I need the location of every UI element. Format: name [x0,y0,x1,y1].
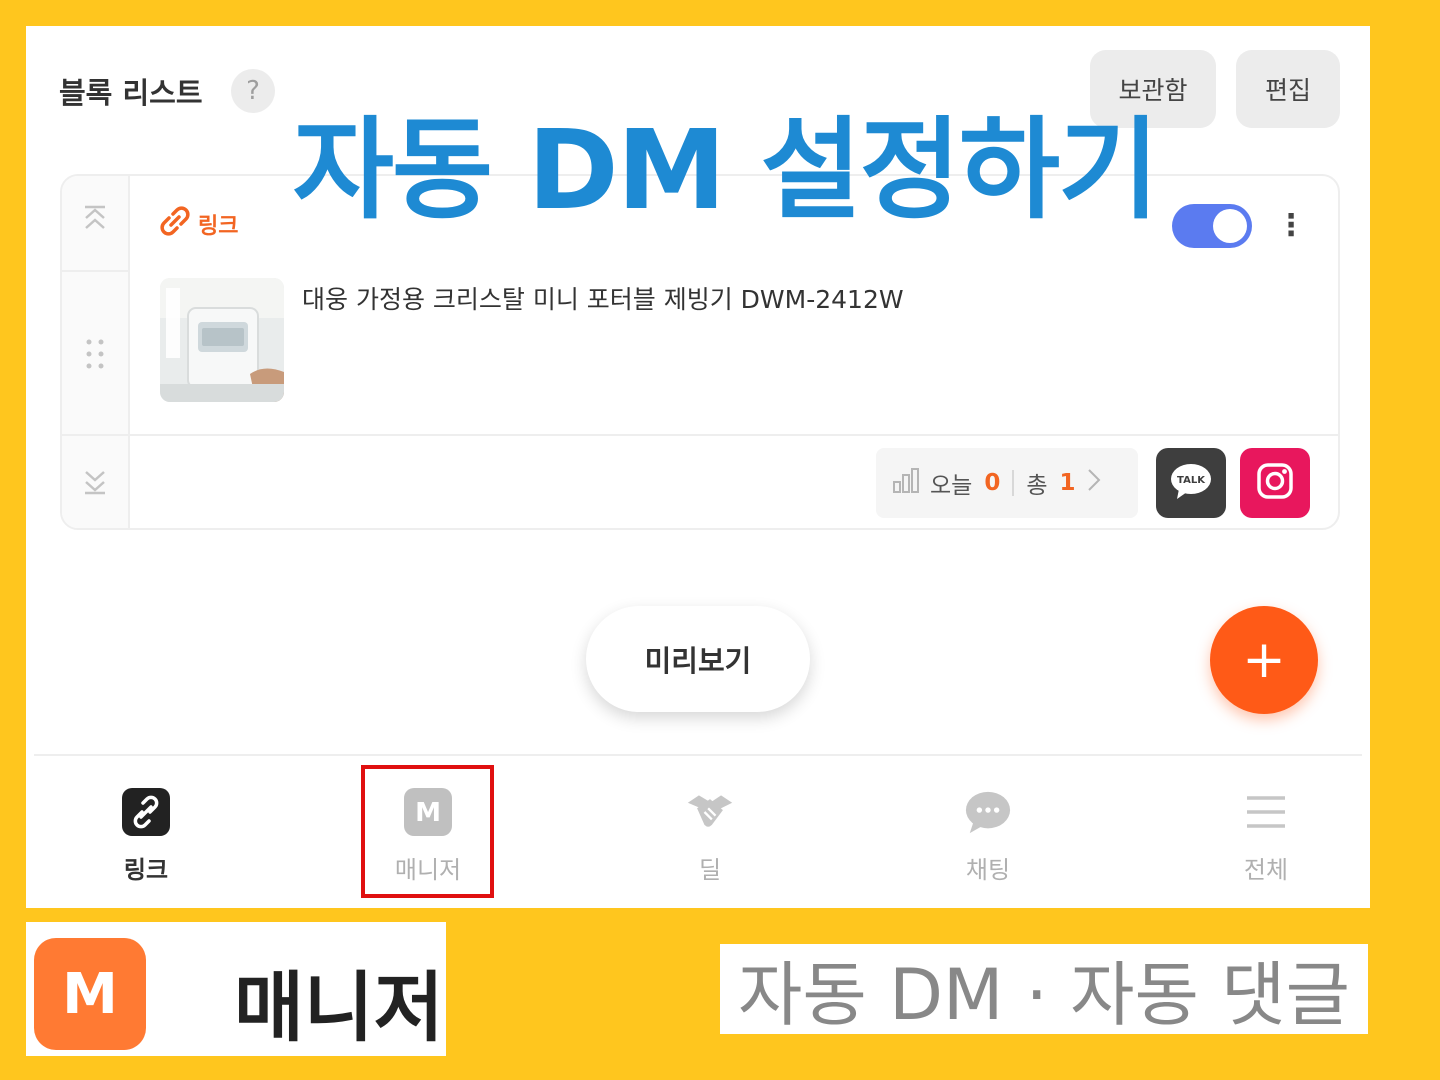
card-side-handle [62,176,130,528]
more-options-icon[interactable]: ⋮ [1276,204,1306,248]
feature-caption: 자동 DM · 자동 댓글 [720,944,1368,1036]
stats-divider [1012,470,1015,496]
product-thumbnail [160,278,284,402]
nav-item-chat[interactable]: 채팅 [908,776,1068,900]
chat-icon [964,788,1012,836]
click-stats[interactable]: 오늘 0 총 1 [876,448,1138,518]
add-block-button[interactable]: + [1210,606,1318,714]
nav-label-link: 링크 [123,856,169,884]
product-title[interactable]: 대웅 가정용 크리스탈 미니 포터블 제빙기 DWM-2412W [302,280,904,316]
edit-button[interactable]: 편집 [1236,50,1340,128]
nav-label-deal: 딜 [698,856,722,884]
manager-logo: M [34,938,146,1050]
chevron-right-icon [1086,467,1102,499]
link-icon [160,206,190,242]
today-label: 오늘 [930,473,973,499]
manager-name: 매니저 [234,963,444,1052]
total-label: 총 [1026,473,1048,499]
instagram-share-button[interactable] [1240,448,1310,518]
overlay-title: 자동 DM 설정하기 [292,106,1160,234]
kakaotalk-share-button[interactable]: TALK [1156,448,1226,518]
menu-icon [1242,788,1290,836]
move-top-icon[interactable] [62,204,128,242]
drag-handle-icon[interactable] [62,336,128,380]
nav-label-all: 전체 [1243,856,1289,884]
block-list-title: 블록 리스트 [59,76,203,110]
manager-app-card: M 매니저 [26,922,446,1056]
nav-item-all[interactable]: 전체 [1186,776,1346,900]
bottom-navigation: 링크 M 매니저 딜 채팅 전체 [34,754,1362,910]
move-bottom-icon[interactable] [62,466,128,504]
handshake-icon [686,788,734,836]
today-count: 0 [984,470,1001,496]
link-icon [122,788,170,836]
kakaotalk-icon-text: TALK [1177,475,1206,486]
total-count: 1 [1059,470,1076,496]
instagram-icon [1255,461,1295,505]
preview-button[interactable]: 미리보기 [586,606,810,712]
kakaotalk-icon: TALK [1169,461,1213,505]
nav-item-deal[interactable]: 딜 [630,776,790,900]
nav-label-chat: 채팅 [965,856,1011,884]
bar-chart-icon [892,467,920,499]
manager-highlight-box [361,765,494,898]
nav-item-link[interactable]: 링크 [66,776,226,900]
